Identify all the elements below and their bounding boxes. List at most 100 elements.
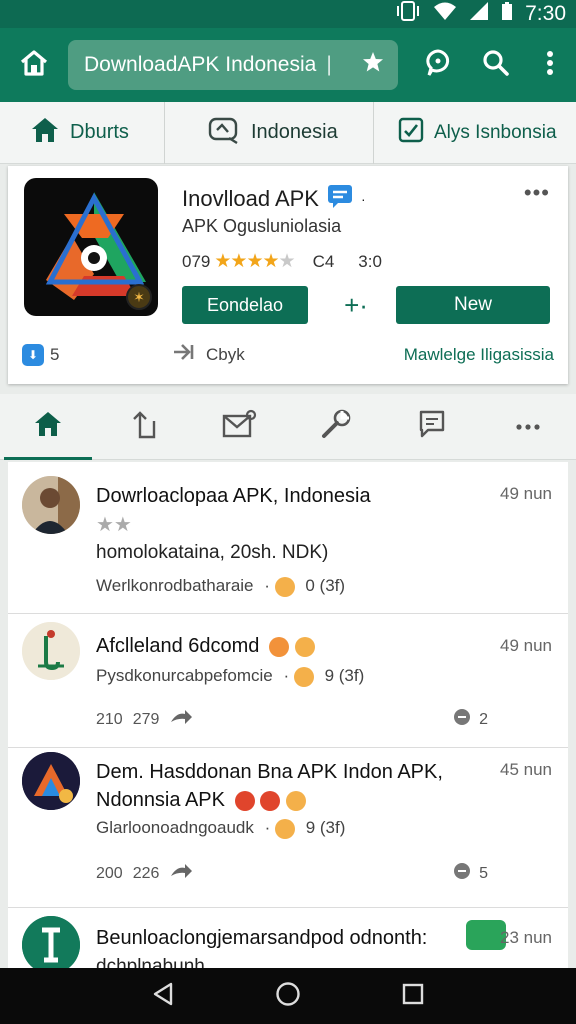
rating-count: 079 [182,251,211,271]
footer-mid-text: Cbyk [206,344,245,364]
post-stats: 200 226 [96,862,193,885]
chat-bubble-icon [327,184,353,214]
emoji-icon [269,636,289,657]
chat-button[interactable] [412,39,464,91]
wifi-icon [433,1,457,27]
home-nav-button[interactable] [268,976,308,1016]
status-time: 7:30 [525,2,566,25]
post-stat-a: 210 [96,710,123,728]
share-icon[interactable] [169,708,193,731]
post-title: Afclleland 6dcomd [96,632,476,660]
feed: Dowrloaclopaa APK, Indonesia 49 nun ★★ h… [8,462,568,968]
post-title: Dowrloaclopaa APK, Indonesia [96,485,371,507]
recents-button[interactable] [393,976,433,1016]
post-reaction-count: 9 (3f) [324,666,365,685]
avatar[interactable] [22,752,80,810]
filter-chip-indonesia[interactable]: Indonesia [164,101,374,164]
app-logo[interactable]: ✶ [24,178,158,316]
url-bar[interactable]: DownloadAPK Indonesia | [68,40,398,90]
post-subline: Werlkonrodbatharaie · 0 (3f) [96,576,345,597]
app-more-button[interactable]: ••• [524,180,550,206]
mail-icon [222,409,258,444]
post-time: 45 nun [500,760,552,779]
bookmark-button[interactable] [358,50,388,80]
app-card-footer: ⬇ 5 Cbyk Mawlelge Iligasissia [22,342,554,367]
tab-home[interactable] [0,394,96,460]
post-time: 23 nun [500,928,552,947]
battery-icon [501,1,513,27]
app-bar: DownloadAPK Indonesia | [0,28,576,102]
back-button[interactable] [143,976,183,1016]
home-icon [33,410,63,443]
avatar[interactable] [22,476,80,534]
footer-right-link[interactable]: Mawlelge Iligasissia [372,345,554,365]
tab-comments[interactable] [384,394,480,460]
post-line: dchplnabunh [96,956,205,968]
post-subline-text: Pysdkonurcabpefomcie [96,666,273,685]
download-count-icon: ⬇ [22,343,44,366]
home-button[interactable] [8,39,60,91]
post-stat-b: 226 [132,864,160,882]
overflow-menu-button[interactable] [524,39,576,91]
home-circle-icon [275,981,301,1012]
chat-bubble-icon [423,48,453,83]
filter-chip-apps[interactable]: Alys Isnbonsia [374,102,576,164]
text-cursor: | [326,53,332,76]
avatar[interactable] [22,622,80,680]
new-button[interactable]: New [396,286,550,324]
feed-post[interactable]: Dowrloaclopaa APK, Indonesia 49 nun ★★ h… [8,462,568,614]
signal-icon [469,1,489,27]
app-title-text: Inovlload APK [182,186,319,211]
back-triangle-icon [152,982,174,1011]
comment-icon [418,409,446,444]
heart-icon [453,708,471,731]
app-subtitle: APK Ogusluniolasia [182,216,342,236]
post-subline: Pysdkonurcabpefomcie · 9 (3f) [96,666,364,687]
post-title: Dem. Hasddonan Bna APK Indon APK, Ndonns… [96,758,496,814]
post-stat-a: 200 [96,864,123,882]
system-nav-bar [0,968,576,1024]
tab-more[interactable] [480,394,576,460]
tab-tools[interactable] [288,394,384,460]
post-likes[interactable]: 5 [453,862,488,885]
home-icon [30,116,60,150]
status-bar: 7:30 [0,0,576,28]
post-subline: Glarloonoadngoaudk · 9 (3f) [96,818,345,839]
download-button[interactable]: Eondelao [182,286,308,324]
footer-mid[interactable]: Cbyk [172,342,372,367]
tab-mail[interactable] [192,394,288,460]
app-meta: 079 ★★★★★ C4 3:0 [182,250,382,273]
post-title-text: Afclleland 6dcomd [96,635,260,657]
heart-icon [453,862,471,885]
share-icon[interactable] [169,862,193,885]
app-card: ✶ Inovlload APK · ••• APK Ogusluniolasia… [8,166,568,384]
tab-row [0,394,576,460]
recents-square-icon [402,983,424,1010]
search-icon [482,49,510,82]
feed-post[interactable]: Beunloaclongjemarsandpod odnonth: 23 nun… [8,908,568,968]
post-like-count: 5 [479,864,488,882]
search-button[interactable] [470,39,522,91]
filter-chip-label: Indonesia [251,121,338,143]
filter-chip-label: Alys Isnbonsia [434,121,557,143]
post-subline-text: Glarloonoadngoaudk [96,818,254,837]
emoji-icon [260,790,281,811]
post-likes[interactable]: 2 [453,708,488,731]
url-text: DownloadAPK Indonesia [84,53,317,76]
feed-post[interactable]: Dem. Hasddonan Bna APK Indon APK, Ndonns… [8,748,568,908]
post-time: 49 nun [500,636,552,655]
post-line: homolokataina, 20sh. NDK) [96,542,328,564]
map-chat-icon [207,116,241,150]
avatar[interactable] [22,916,80,968]
filter-chip-discover[interactable]: Dburts [0,102,164,164]
feed-post[interactable]: Afclleland 6dcomd 49 nun Pysdkonurcabpef… [8,614,568,748]
meta-a: C4 [312,251,335,271]
footer-left[interactable]: ⬇ 5 [22,343,172,366]
filter-chip-label: Dburts [70,121,129,143]
home-icon [19,49,49,82]
wrench-icon [320,408,352,445]
share-arrow-icon [172,342,198,367]
thumbs-up-icon: · [283,666,314,687]
tab-share[interactable] [96,394,192,460]
add-button[interactable]: +· [338,290,374,320]
